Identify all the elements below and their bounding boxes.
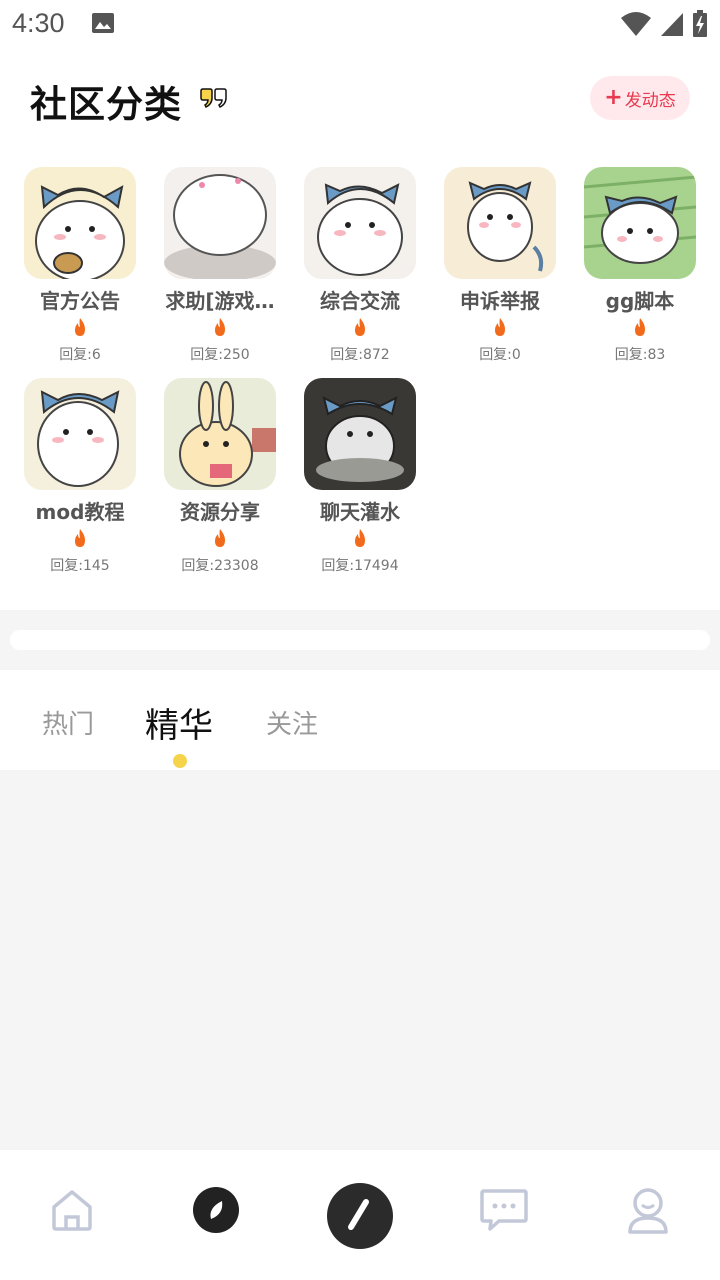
- category-replies: 回复:23308: [181, 558, 259, 574]
- tab-hot[interactable]: 热门: [42, 704, 94, 741]
- category-name: 聊天灌水: [320, 500, 400, 524]
- category-item[interactable]: mod教程 回复:145: [10, 378, 150, 583]
- category-item[interactable]: 官方公告 回复:6: [10, 167, 150, 372]
- category-name: 官方公告: [40, 289, 120, 313]
- category-item[interactable]: gg脚本 回复:83: [570, 167, 710, 372]
- nav-home[interactable]: [42, 1180, 102, 1240]
- fire-icon: [355, 318, 365, 336]
- category-replies: 回复:872: [330, 347, 390, 363]
- nav-compose[interactable]: [320, 1176, 400, 1256]
- fire-icon: [495, 318, 505, 336]
- category-item[interactable]: 综合交流 回复:872: [290, 167, 430, 372]
- post-button-label: 发动态: [624, 90, 676, 111]
- category-avatar-image: [24, 167, 136, 279]
- nav-profile[interactable]: [618, 1180, 678, 1240]
- messages-icon: [480, 1189, 528, 1231]
- category-avatar-image: [584, 167, 696, 279]
- category-name: 求助[游戏…: [165, 289, 275, 313]
- category-replies: 回复:6: [59, 347, 101, 363]
- category-avatar-image: [164, 378, 276, 490]
- status-right: [620, 10, 708, 38]
- category-avatar-image: [164, 167, 276, 279]
- signal-icon: [661, 13, 683, 36]
- status-bar: 4:30: [0, 0, 720, 50]
- tab-following[interactable]: 关注: [266, 704, 318, 741]
- battery-icon: [693, 10, 707, 37]
- banner-placeholder: [10, 630, 710, 650]
- profile-icon: [628, 1188, 668, 1234]
- feed-content: [0, 770, 720, 1150]
- category-name: 综合交流: [320, 289, 400, 313]
- nav-messages[interactable]: [474, 1180, 534, 1240]
- nav-discover[interactable]: [186, 1180, 246, 1240]
- post-button[interactable]: + 发动态: [590, 76, 690, 120]
- header: 社区分类 + 发动态: [0, 56, 720, 140]
- category-name: 申诉举报: [460, 289, 540, 313]
- category-item[interactable]: 求助[游戏… 回复:250: [150, 167, 290, 372]
- image-notification-icon: [92, 13, 114, 33]
- category-replies: 回复:145: [50, 558, 110, 574]
- fire-icon: [75, 318, 85, 336]
- category-replies: 回复:17494: [321, 558, 399, 574]
- discover-icon: [193, 1187, 239, 1233]
- category-avatar-image: [24, 378, 136, 490]
- tab-featured[interactable]: 精华: [145, 698, 213, 747]
- category-replies: 回复:83: [614, 347, 666, 363]
- fire-icon: [635, 318, 645, 336]
- category-item[interactable]: 聊天灌水 回复:17494: [290, 378, 430, 583]
- compose-icon: [327, 1183, 393, 1249]
- wifi-icon: [621, 12, 651, 36]
- category-replies: 回复:250: [190, 347, 250, 363]
- fire-icon: [215, 529, 225, 547]
- fire-icon: [355, 529, 365, 547]
- category-avatar-image: [444, 167, 556, 279]
- feed-tabs: 热门 精华 关注: [0, 670, 720, 770]
- plus-icon: +: [604, 85, 623, 110]
- home-icon: [52, 1190, 92, 1231]
- bottom-nav: [0, 1150, 720, 1280]
- category-replies: 回复:0: [479, 347, 521, 363]
- category-name: gg脚本: [605, 289, 675, 313]
- category-item[interactable]: 申诉举报 回复:0: [430, 167, 570, 372]
- active-tab-indicator: [173, 754, 187, 768]
- status-time: 4:30: [12, 8, 65, 38]
- divider-band: [0, 610, 720, 670]
- quote-icon: [200, 88, 227, 109]
- category-item[interactable]: 资源分享 回复:23308: [150, 378, 290, 583]
- category-avatar-image: [304, 167, 416, 279]
- fire-icon: [215, 318, 225, 336]
- category-name: mod教程: [35, 500, 125, 524]
- category-avatar-image: [304, 378, 416, 490]
- category-name: 资源分享: [180, 500, 260, 524]
- page-title: 社区分类: [30, 83, 182, 126]
- fire-icon: [75, 529, 85, 547]
